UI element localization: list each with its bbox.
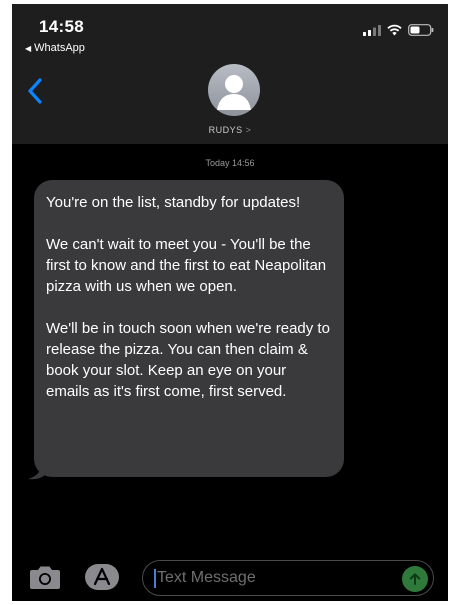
signal-icon [363,24,381,36]
message-timestamp: Today 14:56 [205,158,255,168]
message-paragraph: We can't wait to meet you - You'll be th… [46,236,327,295]
message-paragraph: We'll be in touch soon when we're ready … [46,320,330,400]
back-triangle-icon: ◀ [25,43,32,53]
send-button[interactable] [402,566,428,592]
contact-name: RUDYS [208,125,243,135]
conversation-header: 14:58 ◀ WhatsApp RUDYS > [12,4,448,144]
text-cursor [154,569,156,588]
battery-icon [408,24,434,36]
wifi-icon [387,24,402,36]
person-icon [217,75,251,110]
text-message-input[interactable] [142,560,434,596]
contact-chevron-icon: > [245,125,252,135]
chevron-left-icon[interactable] [24,76,46,106]
back-to-app-link[interactable]: ◀ WhatsApp [25,42,85,54]
message-paragraph: You're on the list, standby for updates! [46,194,301,211]
contact-avatar[interactable] [208,64,260,116]
contact-name-button[interactable]: RUDYS > [12,125,448,135]
messages-screen: 14:58 ◀ WhatsApp RUDYS > Today 14:56 You… [12,4,448,601]
send-arrow-icon [409,573,421,585]
incoming-message-bubble[interactable]: You're on the list, standby for updates!… [34,180,344,477]
message-composer [12,554,448,601]
app-store-icon[interactable] [84,563,120,591]
bubble-tail [28,462,46,480]
back-app-label: WhatsApp [34,42,85,54]
camera-icon[interactable] [28,562,62,592]
status-icons [363,24,434,36]
status-time: 14:58 [39,17,84,36]
